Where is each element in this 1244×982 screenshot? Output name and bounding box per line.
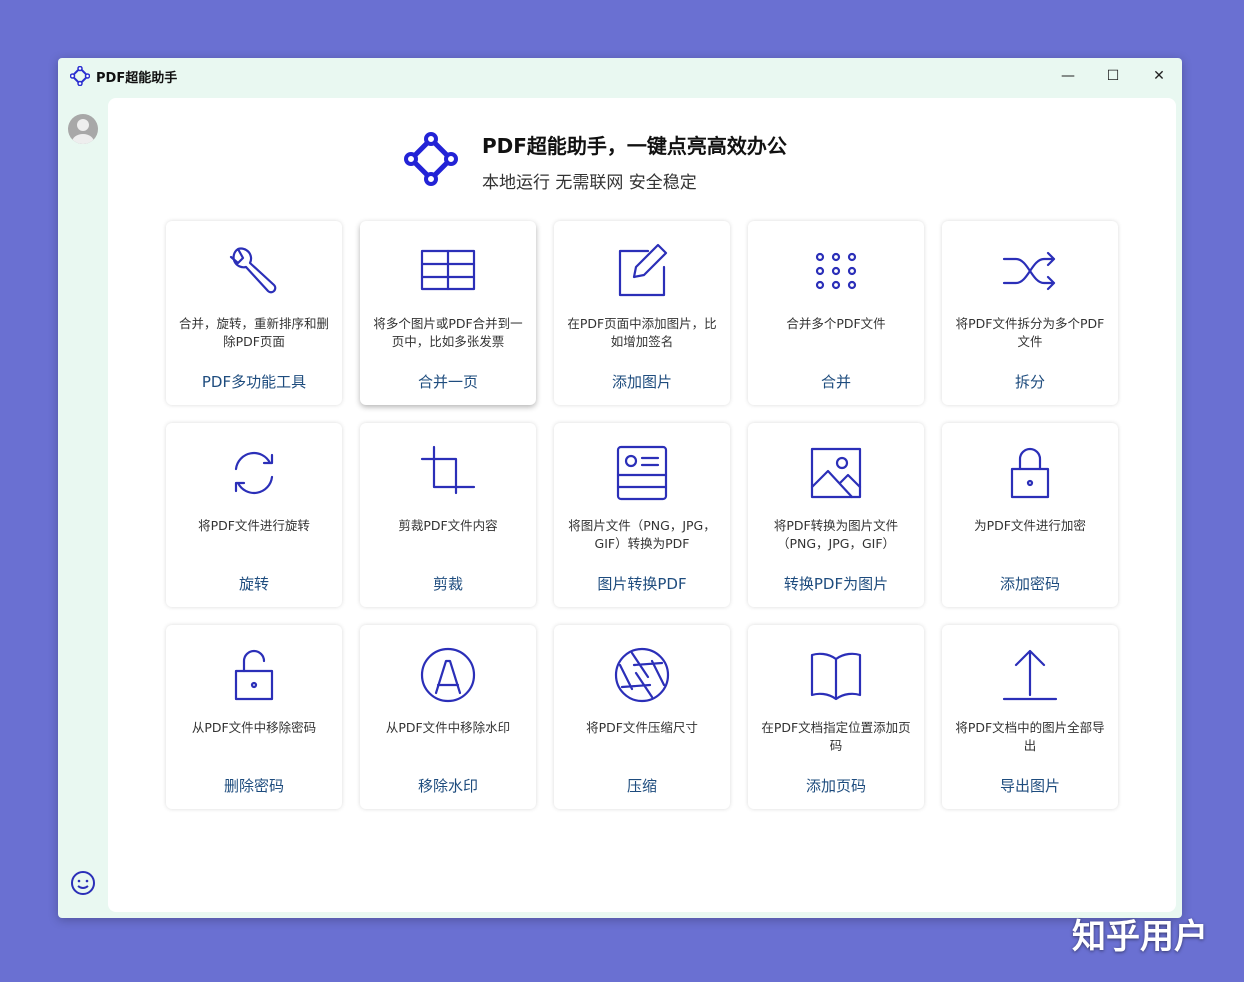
avatar[interactable] <box>68 114 98 144</box>
hero-logo-icon <box>404 132 458 186</box>
id-card-icon <box>616 445 668 501</box>
tool-name: 移除水印 <box>417 777 478 795</box>
hero-title: PDF超能助手，一键点亮高效办公 <box>482 134 787 158</box>
tool-name: 拆分 <box>1014 373 1045 391</box>
tool-name: 合并一页 <box>417 373 478 391</box>
tool-description: 将PDF文件拆分为多个PDF文件 <box>955 316 1105 349</box>
app-window: PDF超能助手 — ☐ ✕ PDF超能助手，一键点亮高效办公 本地运行 无需联网… <box>58 58 1182 918</box>
maximize-button[interactable]: ☐ <box>1093 62 1133 90</box>
tool-description: 从PDF文件中移除水印 <box>385 720 511 735</box>
unlock-icon <box>234 649 274 701</box>
tool-name: 剪裁 <box>432 575 463 593</box>
tool-card[interactable]: 将PDF文件拆分为多个PDF文件 拆分 <box>942 221 1118 405</box>
tool-card[interactable]: 在PDF页面中添加图片，比如增加签名 添加图片 <box>554 221 730 405</box>
watermark: 知乎用户 <box>1072 917 1208 957</box>
tool-card[interactable]: 从PDF文件中移除密码 删除密码 <box>166 625 342 809</box>
main-panel: PDF超能助手，一键点亮高效办公 本地运行 无需联网 安全稳定 合并，旋转，重新… <box>108 98 1176 912</box>
tool-card[interactable]: 将图片文件（PNG，JPG，GIF）转换为PDF 图片转换PDF <box>554 423 730 607</box>
tool-name: 添加页码 <box>805 777 866 795</box>
tool-card[interactable]: 从PDF文件中移除水印 移除水印 <box>360 625 536 809</box>
tool-description: 为PDF文件进行加密 <box>974 518 1086 533</box>
tool-card[interactable]: 将多个图片或PDF合并到一页中，比如多张发票 合并一页 <box>360 221 536 405</box>
tool-description: 将PDF转换为图片文件（PNG，JPG，GIF） <box>773 518 899 551</box>
tool-card[interactable]: 将PDF文件进行旋转 旋转 <box>166 423 342 607</box>
lock-icon <box>1010 447 1050 499</box>
tool-card[interactable]: 将PDF文件压缩尺寸 压缩 <box>554 625 730 809</box>
tool-name: 删除密码 <box>223 777 284 795</box>
tool-name: 添加图片 <box>611 373 672 391</box>
tool-name: 添加密码 <box>999 575 1060 593</box>
tool-description: 在PDF页面中添加图片，比如增加签名 <box>567 316 717 349</box>
window-title: PDF超能助手 <box>96 71 178 86</box>
rotate-icon <box>234 451 274 495</box>
tool-name: 转换PDF为图片 <box>783 575 889 593</box>
tool-name: 合并 <box>820 373 851 391</box>
crop-icon <box>420 445 476 495</box>
tool-description: 从PDF文件中移除密码 <box>191 720 317 735</box>
tool-description: 在PDF文档指定位置添加页码 <box>761 720 911 753</box>
tool-name: 旋转 <box>238 575 269 593</box>
tool-name: PDF多功能工具 <box>201 373 307 391</box>
tool-name: 压缩 <box>626 777 657 795</box>
title-bar: PDF超能助手 — ☐ ✕ <box>58 58 1182 94</box>
app-logo-icon <box>70 66 90 86</box>
close-button[interactable]: ✕ <box>1139 62 1179 90</box>
tool-card[interactable]: 剪裁PDF文件内容 剪裁 <box>360 423 536 607</box>
book-icon <box>810 652 862 701</box>
minimize-button[interactable]: — <box>1048 62 1088 90</box>
tool-card[interactable]: 为PDF文件进行加密 添加密码 <box>942 423 1118 607</box>
dots-icon <box>815 252 857 290</box>
tool-card[interactable]: 将PDF转换为图片文件（PNG，JPG，GIF） 转换PDF为图片 <box>748 423 924 607</box>
tool-description: 将PDF文档中的图片全部导出 <box>955 720 1105 753</box>
tool-card[interactable]: 将PDF文档中的图片全部导出 导出图片 <box>942 625 1118 809</box>
wrench-icon <box>229 247 277 294</box>
tool-description: 将PDF文件压缩尺寸 <box>586 720 698 735</box>
tool-name: 图片转换PDF <box>597 575 687 593</box>
grid-icon <box>420 249 476 291</box>
tool-name: 导出图片 <box>999 777 1060 795</box>
tool-card[interactable]: 合并，旋转，重新排序和删除PDF页面 PDF多功能工具 <box>166 221 342 405</box>
tool-card[interactable]: 合并多个PDF文件 合并 <box>748 221 924 405</box>
tool-grid: 合并，旋转，重新排序和删除PDF页面 PDF多功能工具 将多个图片或PDF合并到… <box>166 221 1118 809</box>
tool-description: 合并，旋转，重新排序和删除PDF页面 <box>178 316 329 349</box>
smile-icon[interactable] <box>70 870 96 896</box>
tool-card[interactable]: 在PDF文档指定位置添加页码 添加页码 <box>748 625 924 809</box>
tool-description: 将PDF文件进行旋转 <box>198 518 310 533</box>
hero-subtitle: 本地运行 无需联网 安全稳定 <box>482 173 697 193</box>
edit-icon <box>618 243 668 297</box>
watermark-icon <box>420 647 476 703</box>
tool-description: 合并多个PDF文件 <box>786 316 886 331</box>
aperture-icon <box>614 647 670 703</box>
upload-icon <box>1002 649 1058 701</box>
tool-description: 将图片文件（PNG，JPG，GIF）转换为PDF <box>568 518 716 551</box>
image-icon <box>810 447 862 499</box>
tool-description: 剪裁PDF文件内容 <box>398 518 498 533</box>
tool-description: 将多个图片或PDF合并到一页中，比如多张发票 <box>373 316 523 349</box>
shuffle-icon <box>1002 251 1056 291</box>
